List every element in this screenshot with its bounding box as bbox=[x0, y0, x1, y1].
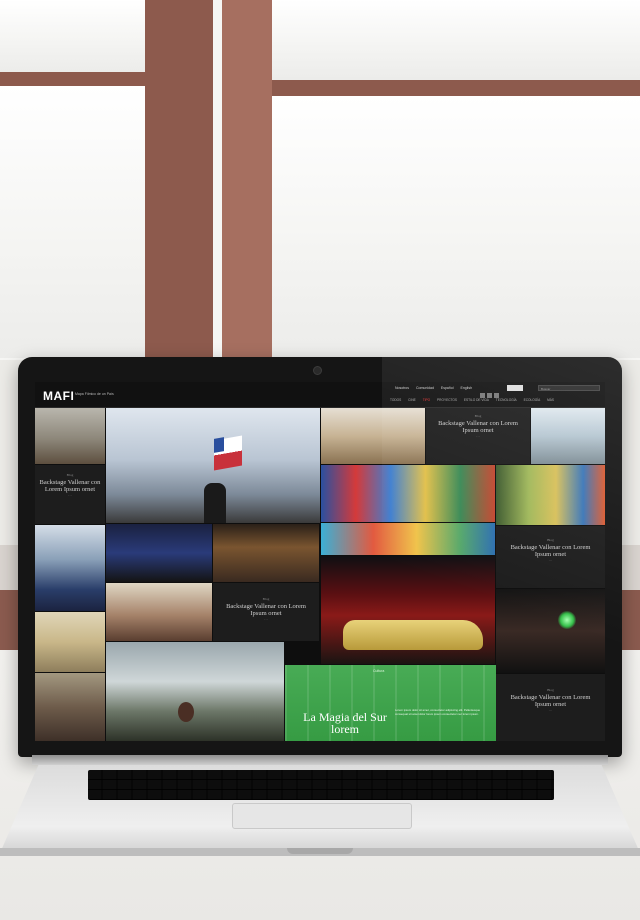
window-pane bbox=[0, 0, 145, 72]
photo-tile[interactable] bbox=[35, 408, 105, 464]
blog-card[interactable]: Blog Backstage Vallenar con Lorem Ipsum … bbox=[213, 583, 319, 641]
comunidad-link[interactable]: Comunidad bbox=[416, 386, 434, 390]
lang-en[interactable]: English bbox=[461, 386, 472, 390]
search-input[interactable]: Buscar bbox=[538, 385, 600, 391]
site-header: MAFI Mapa Fílmico de un País Nosotros Co… bbox=[35, 382, 605, 408]
nav-item[interactable]: ECOLOGÍA bbox=[524, 398, 541, 402]
photo-tile[interactable] bbox=[106, 408, 320, 523]
laptop-screen: MAFI Mapa Fílmico de un País Nosotros Co… bbox=[35, 382, 605, 741]
photo-tile[interactable] bbox=[35, 525, 105, 611]
nosotros-link[interactable]: Nosotros bbox=[395, 386, 409, 390]
photo-tile[interactable] bbox=[106, 583, 212, 641]
nav-item[interactable]: PROYECTOS bbox=[437, 398, 457, 402]
figure-silhouette bbox=[178, 702, 194, 722]
nav-item[interactable]: TECNOLOGÍA bbox=[496, 398, 517, 402]
laptop-hinge bbox=[32, 755, 608, 765]
window-pane bbox=[272, 0, 640, 80]
photo-tile[interactable] bbox=[496, 465, 605, 525]
window-frame bbox=[222, 0, 272, 360]
photo-tile[interactable] bbox=[321, 408, 425, 464]
photo-tile[interactable] bbox=[321, 465, 495, 522]
site-tagline: Mapa Fílmico de un País bbox=[75, 392, 114, 396]
nav-item[interactable]: CINE bbox=[408, 398, 416, 402]
laptop-lid: MAFI Mapa Fílmico de un País Nosotros Co… bbox=[18, 357, 622, 757]
featured-body: Lorem ipsum dolor sit amet, consectetur … bbox=[395, 708, 481, 716]
person-silhouette bbox=[204, 483, 226, 523]
nav-item[interactable]: ESTILO DE VIDA bbox=[464, 398, 489, 402]
window-pane bbox=[0, 86, 145, 358]
trackpad bbox=[232, 803, 412, 829]
login-button[interactable] bbox=[507, 385, 523, 391]
window-pane bbox=[272, 96, 640, 358]
lid-notch bbox=[287, 848, 353, 854]
blog-card[interactable]: Blog Backstage Vallenar con Lorem Ipsum … bbox=[496, 526, 605, 588]
flag-canton bbox=[214, 437, 224, 453]
photo-tile[interactable] bbox=[106, 642, 284, 741]
photo-tile[interactable] bbox=[321, 556, 495, 664]
car-shape bbox=[343, 620, 483, 650]
featured-title: La Magia del Sur lorem bbox=[303, 710, 387, 736]
blog-card[interactable]: Blog Backstage Vallenar con Lorem Ipsum … bbox=[426, 408, 530, 464]
nav-item[interactable]: TODOS bbox=[390, 398, 401, 402]
blog-card[interactable]: Blog Backstage Vallenar con Lorem Ipsum … bbox=[35, 465, 105, 524]
photo-tile[interactable] bbox=[531, 408, 605, 464]
top-links: Nosotros Comunidad Español English bbox=[395, 386, 478, 390]
photo-tile[interactable] bbox=[321, 523, 495, 555]
photo-tile[interactable] bbox=[35, 612, 105, 672]
featured-card[interactable]: Cultura La Magia del Sur lorem Lorem ips… bbox=[285, 665, 496, 741]
window-frame bbox=[0, 72, 145, 86]
lang-es[interactable]: Español bbox=[441, 386, 454, 390]
site-logo[interactable]: MAFI bbox=[43, 389, 74, 403]
blog-card[interactable]: Blog Backstage Vallenar con Lorem Ipsum … bbox=[496, 674, 605, 741]
neon-light bbox=[558, 611, 576, 629]
main-nav: TODOS CINE TIPO PROYECTOS ESTILO DE VIDA… bbox=[390, 398, 605, 402]
keyboard bbox=[88, 770, 554, 800]
nav-item[interactable]: MÁS bbox=[547, 398, 554, 402]
photo-tile[interactable] bbox=[35, 673, 105, 741]
window-frame bbox=[272, 80, 640, 96]
camera bbox=[313, 366, 322, 375]
photo-tile[interactable] bbox=[213, 524, 319, 582]
featured-category: Cultura bbox=[373, 669, 385, 673]
photo-tile[interactable] bbox=[106, 524, 212, 582]
window-frame bbox=[145, 0, 213, 360]
nav-item-active[interactable]: TIPO bbox=[423, 398, 430, 402]
photo-tile[interactable] bbox=[496, 589, 605, 673]
